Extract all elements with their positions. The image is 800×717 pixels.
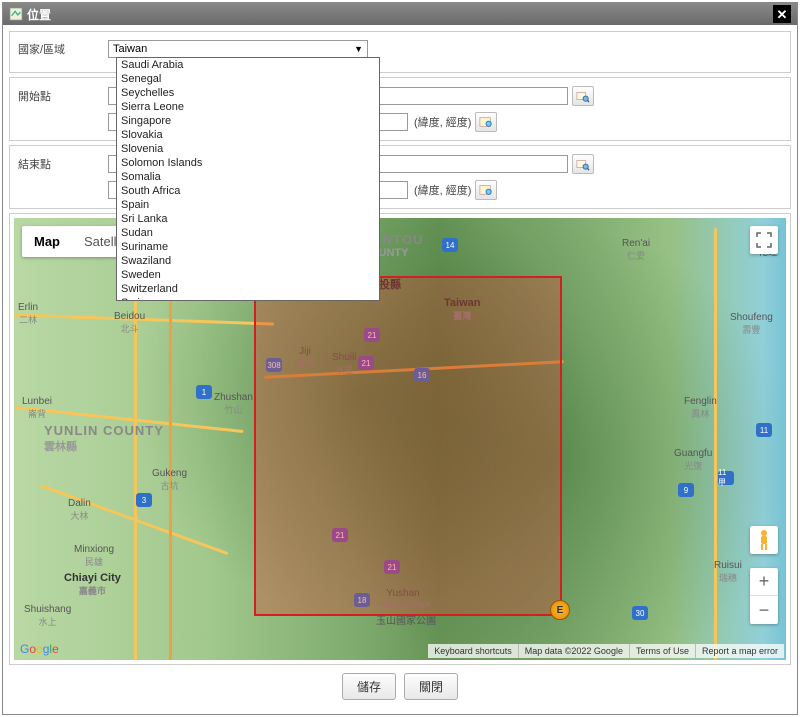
- zoom-out-button[interactable]: −: [750, 596, 778, 624]
- country-option[interactable]: Switzerland: [117, 282, 379, 296]
- country-select[interactable]: Taiwan ▼: [108, 40, 368, 58]
- city-label: Beidou北斗: [114, 311, 145, 335]
- country-dropdown-list[interactable]: Saudi ArabiaSenegalSeychellesSierra Leon…: [116, 57, 380, 301]
- fullscreen-button[interactable]: [750, 226, 778, 254]
- county-label: YUNLIN COUNTY雲林縣: [44, 423, 164, 454]
- city-label: Gukeng古坑: [152, 468, 187, 492]
- search-location-button-end[interactable]: [572, 154, 594, 174]
- country-label: 國家/區域: [18, 41, 108, 57]
- country-option[interactable]: Slovenia: [117, 142, 379, 156]
- country-selected-value: Taiwan: [113, 43, 147, 55]
- city-label: Ruisui瑞穗: [714, 560, 742, 584]
- streetview-pegman[interactable]: [750, 526, 778, 554]
- dialog-titlebar: 位置 ✕: [3, 3, 797, 25]
- highway-badge: 1: [196, 385, 212, 399]
- country-option[interactable]: Solomon Islands: [117, 156, 379, 170]
- highway-badge: 11: [756, 423, 772, 437]
- dialog-footer: 儲存 關閉: [9, 665, 791, 708]
- city-label: Zhushan竹山: [214, 392, 253, 416]
- city-label: Minxiong民雄: [74, 544, 114, 568]
- country-option[interactable]: Sierra Leone: [117, 100, 379, 114]
- google-logo: Google: [20, 642, 59, 656]
- country-section: 國家/區域 Taiwan ▼ Saudi ArabiaSenegalSeyche…: [9, 31, 791, 73]
- city-label: Shuishang水上: [24, 604, 71, 628]
- selection-region[interactable]: [254, 276, 562, 616]
- country-option[interactable]: South Africa: [117, 184, 379, 198]
- country-option[interactable]: Suriname: [117, 240, 379, 254]
- map-attribution: Keyboard shortcuts Map data ©2022 Google…: [428, 644, 784, 658]
- highway-badge: 9: [678, 483, 694, 497]
- dialog-title: 位置: [27, 6, 51, 23]
- country-option[interactable]: Sudan: [117, 226, 379, 240]
- location-icon: [9, 7, 23, 21]
- pick-start-on-map-button[interactable]: [475, 112, 497, 132]
- city-label: Lunbei崙背: [22, 396, 52, 420]
- report-error-link[interactable]: Report a map error: [695, 644, 784, 658]
- pick-end-on-map-button[interactable]: [475, 180, 497, 200]
- country-option[interactable]: Somalia: [117, 170, 379, 184]
- highway-badge: 30: [632, 606, 648, 620]
- country-option[interactable]: Sweden: [117, 268, 379, 282]
- start-latlng-hint: (緯度, 經度): [414, 114, 471, 130]
- search-location-button[interactable]: [572, 86, 594, 106]
- city-label: Dalin大林: [68, 498, 91, 522]
- city-label: Fenglin鳳林: [684, 396, 717, 420]
- country-option[interactable]: Sri Lanka: [117, 212, 379, 226]
- end-marker[interactable]: E: [550, 600, 570, 620]
- start-label: 開始點: [18, 88, 108, 104]
- highway-badge: 14: [442, 238, 458, 252]
- terms-link[interactable]: Terms of Use: [629, 644, 695, 658]
- city-label: Erlin二林: [18, 302, 38, 326]
- country-option[interactable]: Seychelles: [117, 86, 379, 100]
- save-button[interactable]: 儲存: [342, 673, 396, 700]
- keyboard-shortcuts-link[interactable]: Keyboard shortcuts: [428, 644, 518, 658]
- location-dialog: 位置 ✕ 國家/區域 Taiwan ▼ Saudi ArabiaSenegalS…: [2, 2, 798, 715]
- chevron-down-icon: ▼: [354, 44, 363, 54]
- country-option[interactable]: Syria: [117, 296, 379, 301]
- city-label: Shoufeng壽豐: [730, 312, 773, 336]
- zoom-in-button[interactable]: +: [750, 568, 778, 596]
- dialog-content: 國家/區域 Taiwan ▼ Saudi ArabiaSenegalSeyche…: [3, 25, 797, 714]
- end-latlng-hint: (緯度, 經度): [414, 182, 471, 198]
- highway-badge: 11甲: [718, 471, 734, 485]
- map-data-text: Map data ©2022 Google: [518, 644, 629, 658]
- city-label: Guangfu光復: [674, 448, 712, 472]
- country-option[interactable]: Senegal: [117, 72, 379, 86]
- city-label: Ren'ai仁愛: [622, 238, 650, 262]
- map-type-map[interactable]: Map: [22, 226, 72, 257]
- country-option[interactable]: Slovakia: [117, 128, 379, 142]
- city-label: Chiayi City嘉義市: [64, 572, 121, 597]
- country-option[interactable]: Singapore: [117, 114, 379, 128]
- end-label: 結束點: [18, 156, 108, 172]
- country-option[interactable]: Saudi Arabia: [117, 58, 379, 72]
- country-option[interactable]: Spain: [117, 198, 379, 212]
- zoom-control: + −: [750, 568, 778, 624]
- highway-badge: 3: [136, 493, 152, 507]
- close-button[interactable]: ✕: [773, 5, 791, 23]
- close-footer-button[interactable]: 關閉: [404, 673, 458, 700]
- country-option[interactable]: Swaziland: [117, 254, 379, 268]
